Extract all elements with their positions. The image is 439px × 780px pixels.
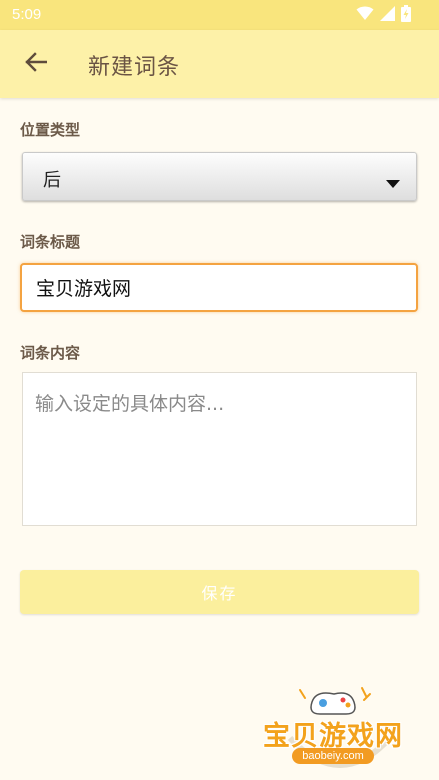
arrow-left-icon — [25, 52, 48, 76]
position-type-dropdown[interactable]: 后 — [22, 152, 417, 201]
back-button[interactable] — [14, 42, 58, 86]
watermark-logo: 宝贝游戏网 baobeiy.com — [250, 680, 430, 778]
page-title: 新建词条 — [88, 55, 181, 80]
battery-charging-icon — [401, 4, 411, 26]
position-type-value: 后 — [43, 170, 61, 191]
title-input[interactable] — [20, 263, 418, 312]
position-type-label: 位置类型 — [20, 121, 81, 139]
caret-down-icon — [386, 173, 400, 192]
content-textarea[interactable] — [22, 372, 417, 526]
title-label: 词条标题 — [20, 233, 81, 251]
status-bar: 5:09 — [0, 0, 439, 30]
app-bar: 新建词条 — [0, 30, 439, 98]
status-time: 5:09 — [12, 6, 42, 23]
content-label: 词条内容 — [20, 344, 81, 362]
signal-icon — [380, 5, 395, 25]
save-button[interactable]: 保存 — [20, 570, 419, 614]
status-icons — [356, 4, 411, 26]
watermark-domain: baobeiy.com — [292, 748, 374, 764]
wifi-icon — [356, 6, 374, 25]
